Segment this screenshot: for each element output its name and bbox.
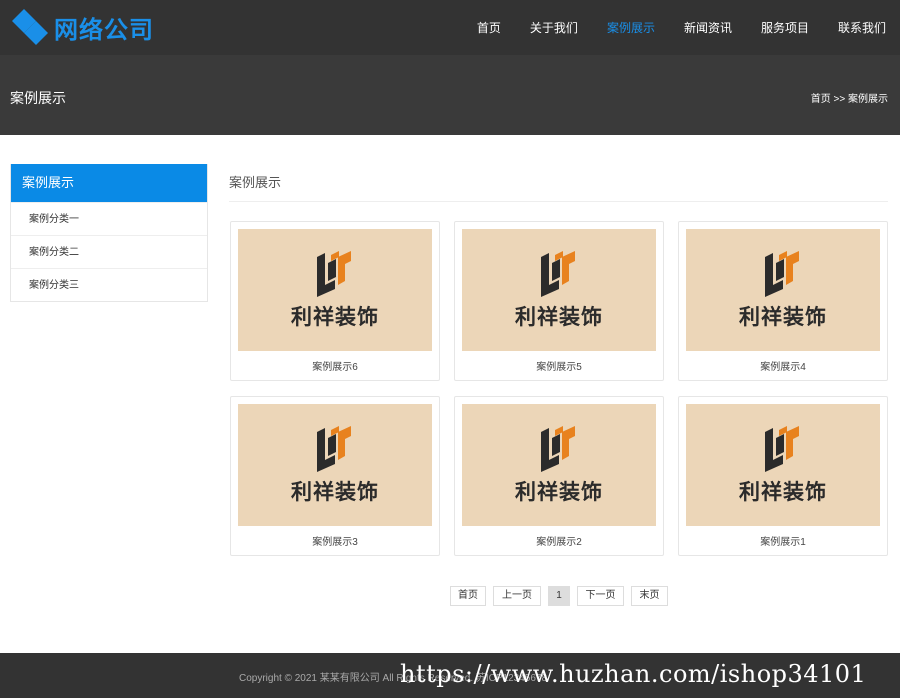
current-page[interactable]: 1 [548, 586, 570, 606]
last-page-button[interactable]: 末页 [631, 586, 668, 606]
case-card[interactable]: 利祥装饰案例展示3 [230, 396, 440, 556]
sidebar-item-category-2[interactable]: 案例分类二 [11, 235, 207, 268]
brand-logo-icon [541, 426, 575, 472]
main-content: 案例展示 [229, 164, 888, 202]
case-thumbnail[interactable]: 利祥装饰 [686, 229, 880, 351]
case-thumbnail[interactable]: 利祥装饰 [686, 404, 880, 526]
case-card[interactable]: 利祥装饰案例展示5 [454, 221, 664, 381]
case-card[interactable]: 利祥装饰案例展示2 [454, 396, 664, 556]
breadcrumb: 首页 >> 案例展示 [811, 90, 888, 105]
sidebar-item-category-1[interactable]: 案例分类一 [11, 202, 207, 235]
case-brand-text: 利祥装饰 [291, 480, 379, 504]
case-thumbnail[interactable]: 利祥装饰 [238, 404, 432, 526]
nav-services[interactable]: 服务项目 [761, 19, 809, 36]
brand-logo-icon [317, 251, 351, 297]
page-banner: 案例展示 首页 >> 案例展示 [0, 55, 900, 135]
nav-contact[interactable]: 联系我们 [838, 19, 886, 36]
brand-logo-icon [317, 426, 351, 472]
main-nav: 首页 关于我们 案例展示 新闻资讯 服务项目 联系我们 [448, 0, 886, 55]
brand-logo-icon [765, 426, 799, 472]
logo[interactable]: 网络公司 [10, 6, 154, 48]
sidebar-item-category-3[interactable]: 案例分类三 [11, 268, 207, 301]
category-sidebar: 案例展示 案例分类一 案例分类二 案例分类三 [10, 164, 208, 302]
footer: Copyright © 2021 某某有限公司 All Rights Reser… [0, 653, 900, 698]
case-thumbnail[interactable]: 利祥装饰 [462, 404, 656, 526]
brand-logo-icon [541, 251, 575, 297]
case-brand-text: 利祥装饰 [515, 480, 603, 504]
case-caption[interactable]: 案例展示3 [231, 533, 439, 548]
watermark-text: https://www.huzhan.com/ishop34101 [400, 660, 867, 688]
logo-text: 网络公司 [54, 15, 154, 44]
nav-news[interactable]: 新闻资讯 [684, 19, 732, 36]
case-brand-text: 利祥装饰 [739, 305, 827, 329]
breadcrumb-home[interactable]: 首页 [811, 94, 831, 105]
breadcrumb-current[interactable]: 案例展示 [848, 94, 888, 105]
case-thumbnail[interactable]: 利祥装饰 [238, 229, 432, 351]
prev-page-button[interactable]: 上一页 [493, 586, 541, 606]
case-brand-text: 利祥装饰 [291, 305, 379, 329]
case-thumbnail[interactable]: 利祥装饰 [462, 229, 656, 351]
brand-logo-icon [765, 251, 799, 297]
section-title: 案例展示 [229, 164, 888, 202]
case-brand-text: 利祥装饰 [515, 305, 603, 329]
next-page-button[interactable]: 下一页 [577, 586, 624, 606]
case-caption[interactable]: 案例展示5 [455, 358, 663, 373]
breadcrumb-separator: >> [833, 94, 846, 105]
case-caption[interactable]: 案例展示2 [455, 533, 663, 548]
case-card[interactable]: 利祥装饰案例展示4 [678, 221, 888, 381]
top-navbar: 网络公司 首页 关于我们 案例展示 新闻资讯 服务项目 联系我们 [0, 0, 900, 55]
nav-cases[interactable]: 案例展示 [607, 19, 655, 36]
case-card[interactable]: 利祥装饰案例展示6 [230, 221, 440, 381]
logo-icon [12, 9, 48, 45]
case-caption[interactable]: 案例展示6 [231, 358, 439, 373]
nav-about[interactable]: 关于我们 [530, 19, 578, 36]
nav-home[interactable]: 首页 [477, 19, 501, 36]
case-brand-text: 利祥装饰 [739, 480, 827, 504]
case-caption[interactable]: 案例展示1 [679, 533, 887, 548]
pagination: 首页 上一页 1 下一页 末页 [0, 586, 900, 606]
first-page-button[interactable]: 首页 [450, 586, 486, 606]
sidebar-title[interactable]: 案例展示 [11, 164, 207, 202]
case-caption[interactable]: 案例展示4 [679, 358, 887, 373]
page-title: 案例展示 [10, 90, 66, 106]
case-card[interactable]: 利祥装饰案例展示1 [678, 396, 888, 556]
